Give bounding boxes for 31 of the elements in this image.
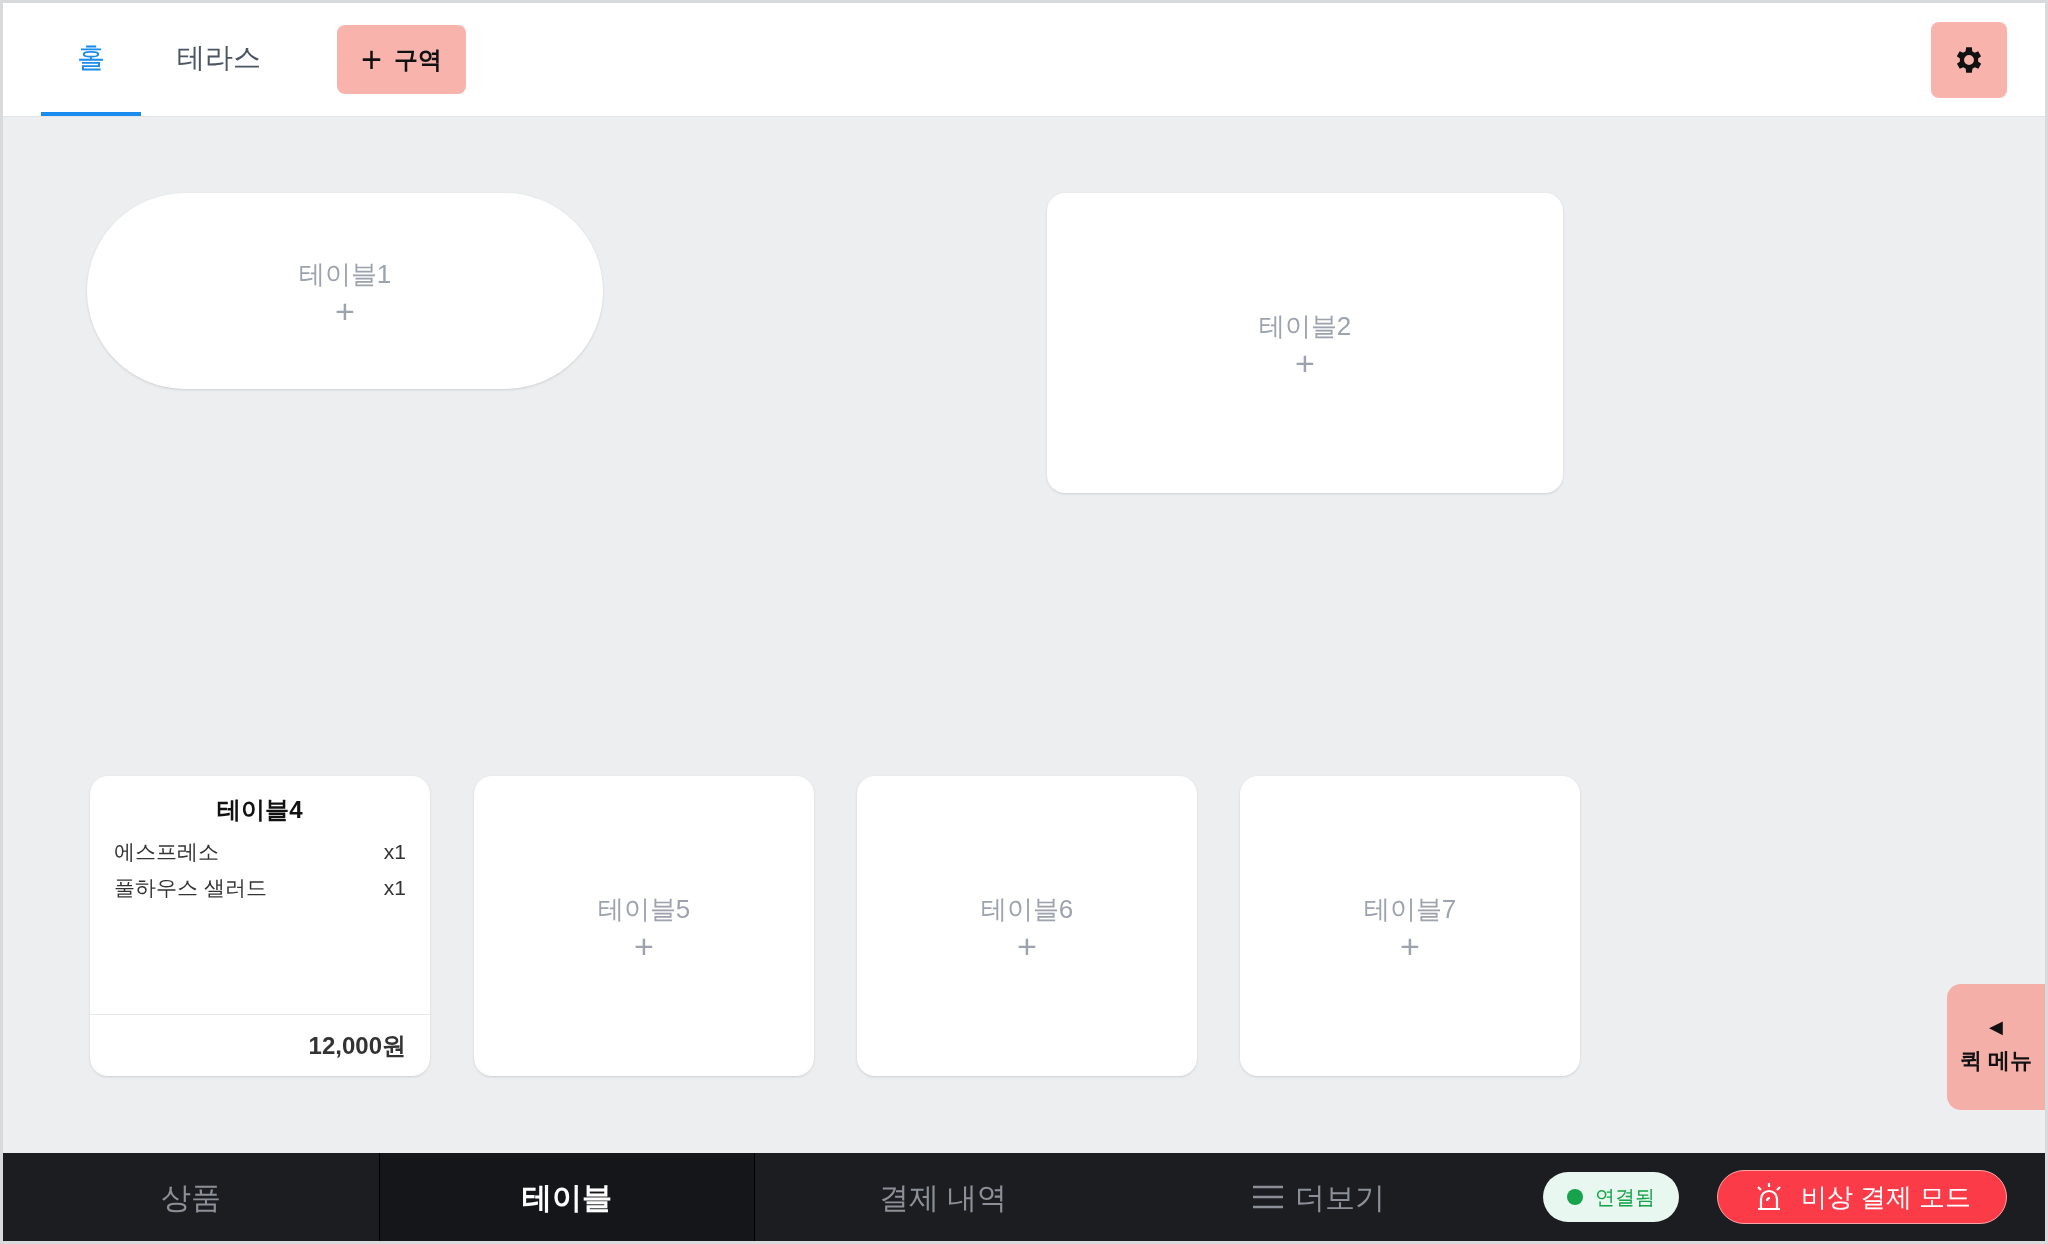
add-zone-button[interactable]: + 구역	[337, 25, 467, 94]
order-item-quantity: x1	[383, 874, 406, 901]
caret-icon: ◀	[1989, 1017, 2003, 1036]
add-order-icon: +	[634, 928, 654, 963]
quick-menu-button[interactable]: ◀ 퀵 메뉴	[1947, 984, 2045, 1110]
order-total: 12,000원	[308, 1030, 406, 1061]
add-order-icon: +	[1400, 928, 1420, 963]
table-name: 테이블6	[980, 892, 1074, 926]
add-order-icon: +	[1295, 345, 1315, 380]
bottom-nav-tab[interactable]: 결제 내역	[755, 1153, 1131, 1241]
add-order-icon: +	[1017, 928, 1037, 963]
add-order-icon: +	[335, 293, 355, 328]
zone-tab[interactable]: 홀	[41, 3, 141, 116]
table-name: 테이블2	[1258, 309, 1352, 343]
connection-status-text: 연결됨	[1595, 1185, 1655, 1210]
table-name: 테이블5	[597, 892, 691, 926]
table-name: 테이블4	[216, 795, 304, 825]
order-item-name: 에스프레소	[114, 839, 219, 865]
table-name: 테이블7	[1363, 892, 1457, 926]
zone-tab[interactable]: 테라스	[141, 3, 297, 116]
bottom-nav-tab[interactable]: 상품	[3, 1153, 379, 1241]
menu-icon	[1253, 1184, 1283, 1210]
settings-button[interactable]	[1931, 21, 2007, 98]
order-item-name: 풀하우스 샐러드	[114, 874, 267, 901]
table-name: 테이블1	[298, 257, 392, 291]
bottom-nav-tab[interactable]: 테이블	[379, 1153, 755, 1241]
table-card[interactable]: 테이블4 에스프레소 x1 풀하우스 샐러드 x1 12,000원	[90, 776, 430, 1076]
plus-icon: +	[361, 41, 383, 78]
order-item-quantity: x1	[383, 839, 406, 865]
emergency-payment-button[interactable]: 비상 결제 모드	[1717, 1170, 2007, 1224]
bottom-nav-tab[interactable]: 더보기	[1131, 1153, 1507, 1241]
